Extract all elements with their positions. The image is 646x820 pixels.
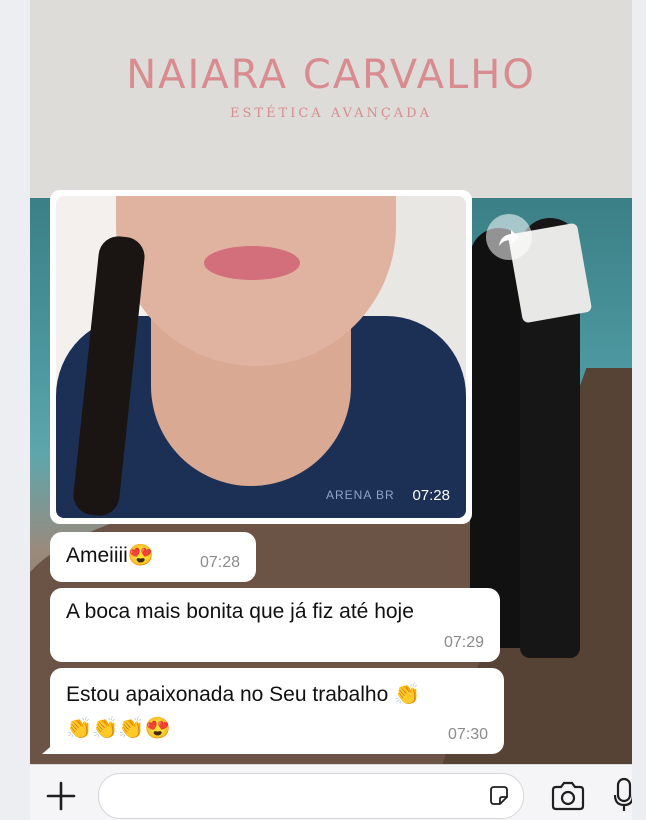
message-text: A boca mais bonita que já fiz até hoje bbox=[66, 600, 414, 623]
message-bubble[interactable]: Ameiiii😍 07:28 bbox=[50, 532, 256, 582]
message-time: 07:29 bbox=[443, 634, 484, 651]
message-time: 07:28 bbox=[199, 554, 240, 571]
message-time: 07:28 bbox=[412, 487, 450, 504]
message-bubble[interactable]: A boca mais bonita que já fiz até hoje 0… bbox=[50, 588, 500, 662]
message-text: Estou apaixonada no Seu trabalho 👏 bbox=[66, 683, 421, 706]
sticker-icon[interactable] bbox=[487, 784, 511, 808]
message-photo[interactable]: ARENA BR 07:28 bbox=[56, 196, 466, 518]
message-bubble[interactable]: Estou apaixonada no Seu trabalho 👏 👏👏👏😍 … bbox=[50, 668, 504, 754]
message-input[interactable] bbox=[98, 773, 524, 819]
shirt-print: ARENA BR bbox=[326, 488, 395, 502]
microphone-icon[interactable] bbox=[614, 777, 632, 813]
message-text-emoji: 👏👏👏😍 bbox=[66, 717, 171, 740]
brand-name: NAIARA CARVALHO bbox=[126, 52, 536, 98]
message-text: Ameiiii😍 bbox=[66, 544, 154, 567]
left-margin bbox=[0, 0, 30, 820]
forward-button[interactable] bbox=[486, 214, 532, 260]
forward-arrow-icon bbox=[499, 230, 519, 246]
brand-subtitle: ESTÉTICA AVANÇADA bbox=[230, 106, 432, 121]
right-margin bbox=[632, 0, 646, 820]
camera-icon[interactable] bbox=[550, 781, 586, 811]
message-input-bar bbox=[30, 764, 632, 820]
photo-message[interactable]: ARENA BR 07:28 bbox=[50, 190, 472, 524]
plus-icon[interactable] bbox=[44, 779, 78, 813]
message-time: 07:30 bbox=[447, 726, 488, 743]
brand-header: NAIARA CARVALHO ESTÉTICA AVANÇADA bbox=[30, 0, 632, 198]
chat-screen: NAIARA CARVALHO ESTÉTICA AVANÇADA ARENA … bbox=[30, 0, 632, 820]
